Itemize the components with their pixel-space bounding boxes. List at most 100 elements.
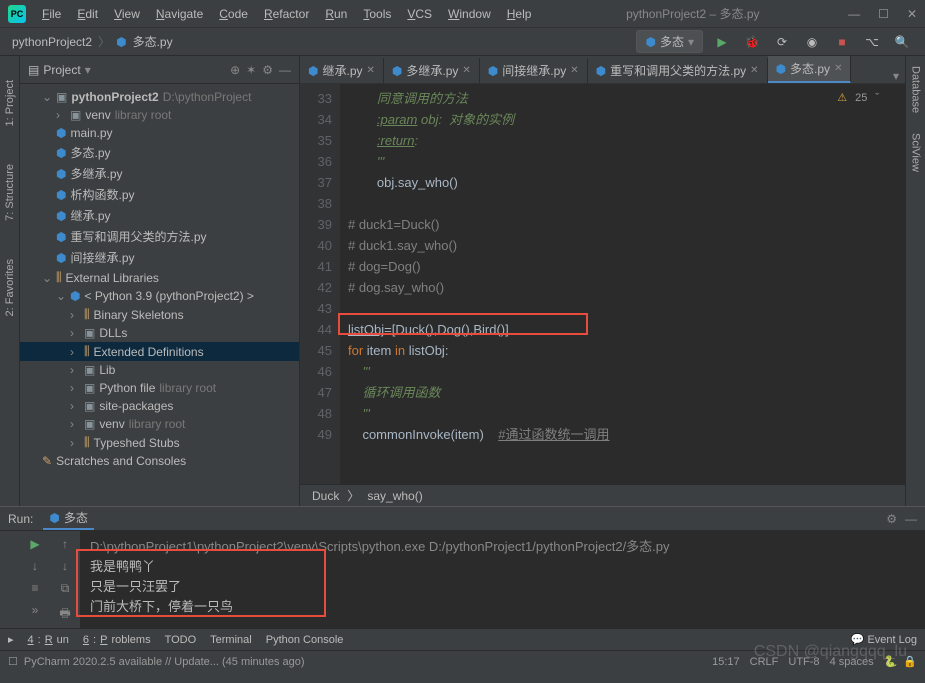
tree-item[interactable]: ›▣ DLLs: [20, 324, 299, 342]
code-line[interactable]: ''': [348, 361, 897, 382]
down-stack-button[interactable]: ↓: [62, 559, 68, 573]
code-line[interactable]: :return:: [348, 130, 897, 151]
stop-button[interactable]: ■: [831, 31, 853, 53]
editor-tab[interactable]: ⬢多继承.py✕: [384, 58, 480, 83]
code-line[interactable]: 同意调用的方法: [348, 88, 897, 109]
menu-code[interactable]: Code: [213, 5, 254, 23]
right-tab-sciview[interactable]: SciView: [910, 133, 922, 172]
close-tab-icon[interactable]: ✕: [367, 65, 375, 76]
menu-refactor[interactable]: Refactor: [258, 5, 315, 23]
code-line[interactable]: # duck1.say_who(): [348, 235, 897, 256]
tree-item[interactable]: ⌄▣ pythonProject2 D:\pythonProject: [20, 88, 299, 106]
code-line[interactable]: # dog=Dog(): [348, 256, 897, 277]
run-tab[interactable]: ⬢多态: [43, 507, 94, 530]
close-tab-icon[interactable]: ✕: [750, 65, 758, 76]
menu-window[interactable]: Window: [442, 5, 497, 23]
breadcrumb[interactable]: pythonProject2 〉 ⬢ 多态.py: [12, 33, 173, 50]
close-button[interactable]: ✕: [907, 7, 917, 21]
tree-item[interactable]: ⬢ 析构函数.py: [20, 184, 299, 205]
tree-item[interactable]: ›⫼ Binary Skeletons: [20, 305, 299, 324]
maximize-button[interactable]: ☐: [878, 7, 889, 21]
menu-run[interactable]: Run: [319, 5, 353, 23]
tree-item[interactable]: ⌄⫼ External Libraries: [20, 268, 299, 287]
code-line[interactable]: :param obj: 对象的实例: [348, 109, 897, 130]
breadcrumb-project[interactable]: pythonProject2: [12, 35, 92, 49]
tree-item[interactable]: ›▣ Lib: [20, 361, 299, 379]
tree-item[interactable]: ›▣ site-packages: [20, 397, 299, 415]
status-info-icon[interactable]: ☐: [8, 655, 18, 668]
layout-button[interactable]: ≡: [31, 581, 38, 595]
tree-item[interactable]: ⬢ 多继承.py: [20, 163, 299, 184]
tree-item[interactable]: ›▣ venv library root: [20, 415, 299, 433]
bottom-tab-run[interactable]: 4: Run: [28, 634, 69, 646]
bottom-tab-python-console[interactable]: Python Console: [266, 634, 344, 646]
close-tab-icon[interactable]: ✕: [834, 63, 842, 74]
code-line[interactable]: # dog.say_who(): [348, 277, 897, 298]
rerun-button[interactable]: ▶: [30, 537, 39, 551]
settings-icon[interactable]: ⚙: [262, 63, 273, 77]
code-line[interactable]: for item in listObj:: [348, 340, 897, 361]
pin-button[interactable]: »: [32, 603, 39, 617]
tree-item[interactable]: ⬢ 多态.py: [20, 142, 299, 163]
menu-edit[interactable]: Edit: [71, 5, 104, 23]
code-line[interactable]: ''': [348, 151, 897, 172]
tree-item[interactable]: ›⫼ Extended Definitions: [20, 342, 299, 361]
hide-icon[interactable]: —: [279, 63, 291, 77]
tree-item[interactable]: ⬢ main.py: [20, 124, 299, 142]
editor-tab[interactable]: ⬢多态.py✕: [768, 56, 852, 83]
code-breadcrumb[interactable]: Duck〉say_who(): [300, 484, 905, 506]
profile-button[interactable]: ◉: [801, 31, 823, 53]
tree-item[interactable]: ›▣ venv library root: [20, 106, 299, 124]
tab-dropdown-icon[interactable]: ▾: [893, 69, 899, 83]
locate-icon[interactable]: ⊕: [230, 63, 240, 77]
tree-item[interactable]: ⬢ 间接继承.py: [20, 247, 299, 268]
tree-item[interactable]: ✎ Scratches and Consoles: [20, 452, 299, 470]
breadcrumb-file[interactable]: 多态.py: [133, 33, 173, 50]
left-tab-7-structure[interactable]: 7: Structure: [2, 160, 18, 225]
editor-tab[interactable]: ⬢间接继承.py✕: [480, 58, 588, 83]
collapse-icon[interactable]: ✶: [246, 63, 256, 77]
close-tab-icon[interactable]: ✕: [570, 65, 578, 76]
wrap-button[interactable]: ⧉: [61, 581, 70, 596]
console-output[interactable]: D:\pythonProject1\pythonProject2\venv\Sc…: [80, 531, 925, 628]
menu-navigate[interactable]: Navigate: [150, 5, 209, 23]
bottom-tab-todo[interactable]: TODO: [165, 634, 197, 646]
editor-tab[interactable]: ⬢继承.py✕: [300, 58, 384, 83]
tree-item[interactable]: ⬢ 继承.py: [20, 205, 299, 226]
coverage-button[interactable]: ⟳: [771, 31, 793, 53]
tree-item[interactable]: ›▣ Python file library root: [20, 379, 299, 397]
search-everywhere-button[interactable]: 🔍: [891, 31, 913, 53]
code-line[interactable]: ''': [348, 403, 897, 424]
code-line[interactable]: 循环调用函数: [348, 382, 897, 403]
warning-icon[interactable]: ⚠: [837, 88, 847, 109]
left-tab-1-project[interactable]: 1: Project: [2, 76, 18, 130]
code-area[interactable]: ⚠ 25 ˇ 同意调用的方法 :param obj: 对象的实例 :return…: [340, 84, 905, 484]
menu-help[interactable]: Help: [501, 5, 538, 23]
bottom-tab-problems[interactable]: 6: Problems: [83, 634, 151, 646]
close-tab-icon[interactable]: ✕: [462, 65, 470, 76]
vcs-button[interactable]: ⌥: [861, 31, 883, 53]
tree-item[interactable]: ⬢ 重写和调用父类的方法.py: [20, 226, 299, 247]
code-line[interactable]: obj.say_who(): [348, 172, 897, 193]
up-stack-button[interactable]: ↑: [62, 537, 68, 551]
status-message[interactable]: PyCharm 2020.2.5 available // Update... …: [24, 656, 305, 668]
minimize-button[interactable]: —: [848, 7, 860, 21]
tree-item[interactable]: ⌄⬢ < Python 3.9 (pythonProject2) >: [20, 287, 299, 305]
code-line[interactable]: [348, 193, 897, 214]
menu-vcs[interactable]: VCS: [401, 5, 438, 23]
run-config-selector[interactable]: ⬢ 多态 ▾: [636, 30, 703, 53]
editor-tab[interactable]: ⬢重写和调用父类的方法.py✕: [588, 58, 768, 83]
menu-file[interactable]: File: [36, 5, 67, 23]
stop-run-button[interactable]: ↓: [32, 559, 38, 573]
left-tab-2-favorites[interactable]: 2: Favorites: [2, 255, 18, 320]
right-tab-database[interactable]: Database: [910, 66, 922, 113]
run-button[interactable]: ▶: [711, 31, 733, 53]
code-line[interactable]: commonInvoke(item) #通过函数统一调用: [348, 424, 897, 445]
menu-view[interactable]: View: [108, 5, 146, 23]
print-button[interactable]: 🖶: [59, 604, 70, 625]
project-tree[interactable]: ⌄▣ pythonProject2 D:\pythonProject›▣ ven…: [20, 84, 299, 506]
bottom-tab-terminal[interactable]: Terminal: [210, 634, 252, 646]
debug-button[interactable]: 🐞: [741, 31, 763, 53]
code-line[interactable]: # duck1=Duck(): [348, 214, 897, 235]
tree-item[interactable]: ›⫼ Typeshed Stubs: [20, 433, 299, 452]
